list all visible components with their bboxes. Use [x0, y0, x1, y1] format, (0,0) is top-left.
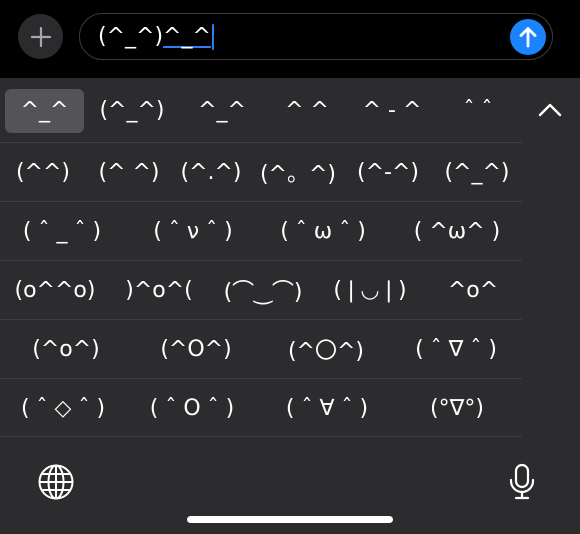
emoticon-key[interactable]: (^.^)	[172, 143, 250, 201]
typed-text: (^_^)	[98, 24, 164, 49]
microphone-icon	[509, 463, 535, 500]
candidate-item[interactable]: ^_^	[5, 78, 84, 142]
emoticon-row: (^^) (^ ^) (^.^) (^。^) (^-^) (^_^)	[0, 142, 522, 201]
send-button[interactable]	[510, 19, 546, 55]
emoticon-key[interactable]: (^o^)	[0, 320, 132, 378]
emoticon-key[interactable]: ( ˆ _ ˆ )	[0, 202, 124, 260]
candidate-bar: ^_^ (^_^) ^_^ ^ ^ ^ - ^ ˆ ˆ	[0, 78, 522, 142]
candidate-item[interactable]: ^ ^	[268, 78, 346, 142]
emoticon-grid: (^^) (^ ^) (^.^) (^。^) (^-^) (^_^) ( ˆ _…	[0, 142, 522, 437]
emoticon-key[interactable]: ^o^	[424, 261, 522, 319]
emoticon-key[interactable]: )^o^(	[110, 261, 208, 319]
emoticon-key[interactable]: (^。^)	[252, 143, 344, 201]
chevron-up-icon	[538, 103, 562, 117]
candidate-item[interactable]: ˆ ˆ	[440, 78, 516, 142]
emoticon-key[interactable]: (^〇^)	[262, 320, 390, 378]
message-text-field[interactable]: (^_^) ^_^	[79, 13, 553, 60]
home-indicator[interactable]	[187, 516, 393, 523]
dictation-button[interactable]	[500, 460, 544, 504]
emoticon-key[interactable]: (^^)	[0, 143, 86, 201]
emoticon-key[interactable]: (^O^)	[132, 320, 260, 378]
emoticon-keyboard: ^_^ (^_^) ^_^ ^ ^ ^ - ^ ˆ ˆ (^^) (^ ^) (…	[0, 78, 580, 534]
emoticon-row: (o^^o) )^o^( (⌒‿⌒) (❘◡❘) ^o^	[0, 260, 522, 319]
collapse-button[interactable]	[524, 88, 576, 132]
emoticon-key[interactable]: ( ^ω^ )	[392, 202, 522, 260]
emoticon-key[interactable]: ( ˆ ◇ ˆ )	[0, 379, 126, 437]
candidate-item[interactable]: ^_^	[180, 78, 264, 142]
emoticon-key[interactable]: (°∇°)	[392, 379, 522, 437]
emoticon-key[interactable]: ( ˆ ν ˆ )	[128, 202, 258, 260]
emoticon-key[interactable]: ( ˆ ω ˆ )	[258, 202, 388, 260]
emoticon-key[interactable]: (^-^)	[344, 143, 432, 201]
emoticon-key[interactable]: (❘◡❘)	[318, 261, 422, 319]
candidate-item[interactable]: (^_^)	[90, 78, 174, 142]
emoticon-row: ( ˆ _ ˆ ) ( ˆ ν ˆ ) ( ˆ ω ˆ ) ( ^ω^ )	[0, 201, 522, 260]
globe-button[interactable]	[34, 460, 78, 504]
text-caret	[211, 24, 215, 50]
message-input-bar: (^_^) ^_^	[0, 0, 580, 78]
marked-text: ^_^	[163, 24, 211, 49]
emoticon-row: (^o^) (^O^) (^〇^) ( ˆ ∇ ˆ )	[0, 319, 522, 378]
plus-button[interactable]	[18, 14, 63, 59]
emoticon-key[interactable]: ( ˆ ∇ ˆ )	[390, 320, 522, 378]
emoticon-key[interactable]: (⌒‿⌒)	[210, 261, 316, 319]
emoticon-key[interactable]: ( ˆ ∀ ˆ )	[262, 379, 392, 437]
message-text: (^_^) ^_^	[98, 23, 215, 51]
globe-icon	[38, 464, 74, 500]
emoticon-key[interactable]: (^_^)	[432, 143, 522, 201]
emoticon-key[interactable]: ( ˆ O ˆ )	[128, 379, 256, 437]
emoticon-key[interactable]: (^ ^)	[86, 143, 172, 201]
plus-icon	[30, 26, 51, 47]
emoticon-key[interactable]: (o^^o)	[0, 261, 110, 319]
emoticon-row: ( ˆ ◇ ˆ ) ( ˆ O ˆ ) ( ˆ ∀ ˆ ) (°∇°)	[0, 378, 522, 437]
candidate-item[interactable]: ^ - ^	[350, 78, 434, 142]
arrow-up-icon	[519, 27, 537, 48]
